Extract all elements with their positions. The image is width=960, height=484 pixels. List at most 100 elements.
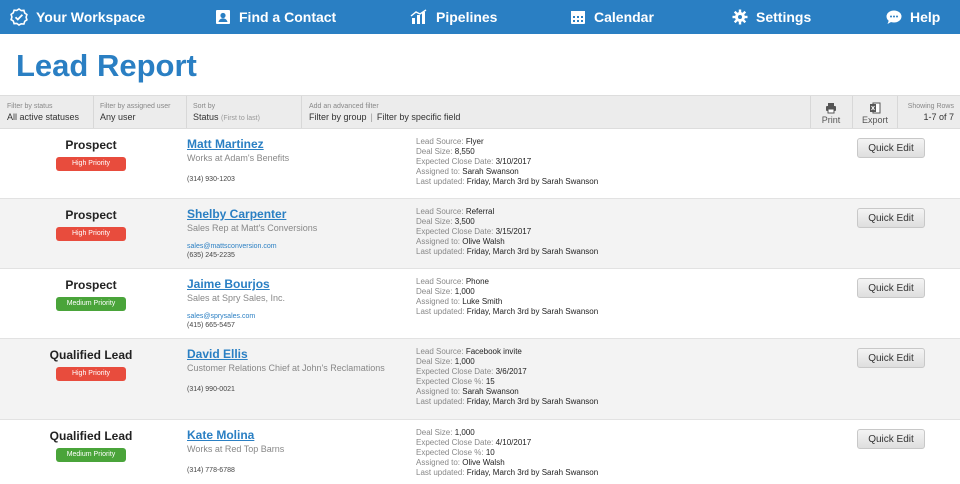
filter-bar: Filter by status All active statuses Fil… — [0, 95, 960, 129]
lead-status: Prospect — [65, 138, 117, 152]
detail-key: Assigned to: — [416, 458, 461, 467]
lead-status: Qualified Lead — [49, 348, 133, 362]
sort-by[interactable]: Sort by Status (First to last) — [193, 96, 260, 128]
detail-line: Deal Size: 8,550 — [416, 147, 598, 157]
detail-value: Olive Walsh — [462, 237, 505, 246]
quick-edit-button[interactable]: Quick Edit — [857, 348, 925, 368]
divider — [186, 96, 187, 128]
contact-email-link[interactable]: sales@sprysales.com — [187, 312, 407, 321]
nav-pipelines[interactable]: Pipelines — [410, 0, 497, 34]
filter-by-group-link[interactable]: Filter by group — [309, 112, 367, 122]
quick-edit-button[interactable]: Quick Edit — [857, 429, 925, 449]
detail-value: 3,500 — [454, 217, 475, 226]
quick-edit-button[interactable]: Quick Edit — [857, 278, 925, 298]
detail-line: Expected Close %: 10 — [416, 448, 598, 458]
nav-label: Pipelines — [436, 9, 498, 25]
lead-status: Prospect — [65, 278, 117, 292]
contact-name-link[interactable]: Shelby Carpenter — [187, 207, 407, 222]
lead-status-cell: Prospect High Priority — [20, 208, 162, 241]
lead-details: Lead Source: Flyer Deal Size: 8,550 Expe… — [416, 137, 598, 187]
detail-key: Assigned to: — [416, 387, 461, 396]
detail-key: Last updated: — [416, 247, 465, 256]
detail-value: 1,000 — [454, 287, 475, 296]
nav-your-workspace[interactable]: Your Workspace — [10, 0, 145, 34]
detail-line: Last updated: Friday, March 3rd by Sarah… — [416, 397, 598, 407]
export-button[interactable]: Export — [857, 102, 893, 125]
detail-value: 3/10/2017 — [495, 157, 532, 166]
detail-key: Last updated: — [416, 307, 465, 316]
contact-name-link[interactable]: Jaime Bourjos — [187, 277, 407, 292]
priority-badge: High Priority — [56, 157, 126, 171]
detail-line: Lead Source: Phone — [416, 277, 598, 287]
detail-line: Expected Close Date: 3/10/2017 — [416, 157, 598, 167]
print-button[interactable]: Print — [814, 102, 848, 125]
contact-card-icon — [216, 10, 230, 24]
lead-status-cell: Prospect High Priority — [20, 138, 162, 171]
contact-phone: (314) 930-1203 — [187, 176, 235, 183]
lead-row: Qualified Lead High Priority David Ellis… — [0, 339, 960, 420]
nav-help[interactable]: Help — [886, 0, 940, 34]
advanced-filter: Add an advanced filter Filter by group | F… — [309, 96, 460, 128]
detail-line: Deal Size: 1,000 — [416, 357, 598, 367]
contact-name-link[interactable]: Kate Molina — [187, 428, 407, 443]
chart-icon — [410, 9, 427, 24]
divider — [810, 96, 811, 128]
lead-row: Prospect High Priority Shelby Carpenter … — [0, 199, 960, 269]
contact-subtitle: Works at Adam's Benefits — [187, 153, 290, 163]
filter-status-value: All active statuses — [7, 112, 80, 122]
nav-label: Help — [910, 9, 941, 25]
detail-key: Assigned to: — [416, 297, 461, 306]
contact-email-link[interactable]: sales@mattsconversion.com — [187, 242, 407, 251]
detail-key: Expected Close %: — [416, 377, 484, 386]
detail-key: Lead Source: — [416, 277, 464, 286]
detail-value: 1,000 — [454, 428, 475, 437]
contact-subtitle: Customer Relations Chief at John's Recla… — [187, 363, 385, 373]
detail-line: Expected Close Date: 4/10/2017 — [416, 438, 598, 448]
detail-line: Assigned to: Luke Smith — [416, 297, 598, 307]
detail-key: Expected Close Date: — [416, 157, 494, 166]
detail-key: Deal Size: — [416, 217, 453, 226]
filter-status[interactable]: Filter by status All active statuses — [7, 96, 79, 128]
detail-key: Deal Size: — [416, 147, 453, 156]
detail-key: Lead Source: — [416, 347, 464, 356]
printer-icon — [826, 103, 836, 114]
detail-value: Friday, March 3rd by Sarah Swanson — [466, 307, 599, 316]
contact-name-link[interactable]: David Ellis — [187, 347, 407, 362]
contact-cell: Matt Martinez Works at Adam's Benefits (… — [187, 137, 407, 184]
priority-badge: High Priority — [56, 227, 126, 241]
priority-badge: Medium Priority — [56, 448, 126, 462]
detail-value: 4/10/2017 — [495, 438, 532, 447]
nav-label: Settings — [756, 9, 812, 25]
detail-value: 3/6/2017 — [495, 367, 527, 376]
contact-subtitle: Sales Rep at Matt's Conversions — [187, 223, 318, 233]
detail-key: Deal Size: — [416, 428, 453, 437]
detail-value: 15 — [485, 377, 495, 386]
detail-value: Sarah Swanson — [462, 387, 519, 396]
contact-phone: (314) 990-0021 — [187, 386, 235, 393]
rows-info-value: 1-7 of 7 — [923, 112, 954, 122]
lead-row: Prospect High Priority Matt Martinez Wor… — [0, 129, 960, 199]
detail-line: Last updated: Friday, March 3rd by Sarah… — [416, 468, 598, 478]
detail-value: 10 — [485, 448, 495, 457]
quick-edit-button[interactable]: Quick Edit — [857, 138, 925, 158]
contact-cell: David Ellis Customer Relations Chief at … — [187, 347, 407, 394]
quick-edit-button[interactable]: Quick Edit — [857, 208, 925, 228]
divider — [852, 96, 853, 128]
contact-subtitle: Works at Red Top Barns — [187, 444, 285, 454]
detail-value: Facebook invite — [465, 347, 522, 356]
nav-calendar[interactable]: Calendar — [570, 0, 654, 34]
detail-key: Lead Source: — [416, 137, 464, 146]
filter-by-field-link[interactable]: Filter by specific field — [377, 112, 461, 122]
filter-assigned-user[interactable]: Filter by assigned user Any user — [100, 96, 170, 128]
check-badge-icon — [10, 8, 28, 26]
detail-value: Flyer — [465, 137, 484, 146]
detail-value: Friday, March 3rd by Sarah Swanson — [466, 247, 599, 256]
detail-line: Expected Close %: 15 — [416, 377, 598, 387]
lead-details: Lead Source: Referral Deal Size: 3,500 E… — [416, 207, 598, 257]
nav-find-contact[interactable]: Find a Contact — [215, 0, 336, 34]
divider — [93, 96, 94, 128]
nav-settings[interactable]: Settings — [732, 0, 811, 34]
lead-status: Prospect — [65, 208, 117, 222]
contact-name-link[interactable]: Matt Martinez — [187, 137, 407, 152]
detail-value: Friday, March 3rd by Sarah Swanson — [466, 468, 599, 477]
